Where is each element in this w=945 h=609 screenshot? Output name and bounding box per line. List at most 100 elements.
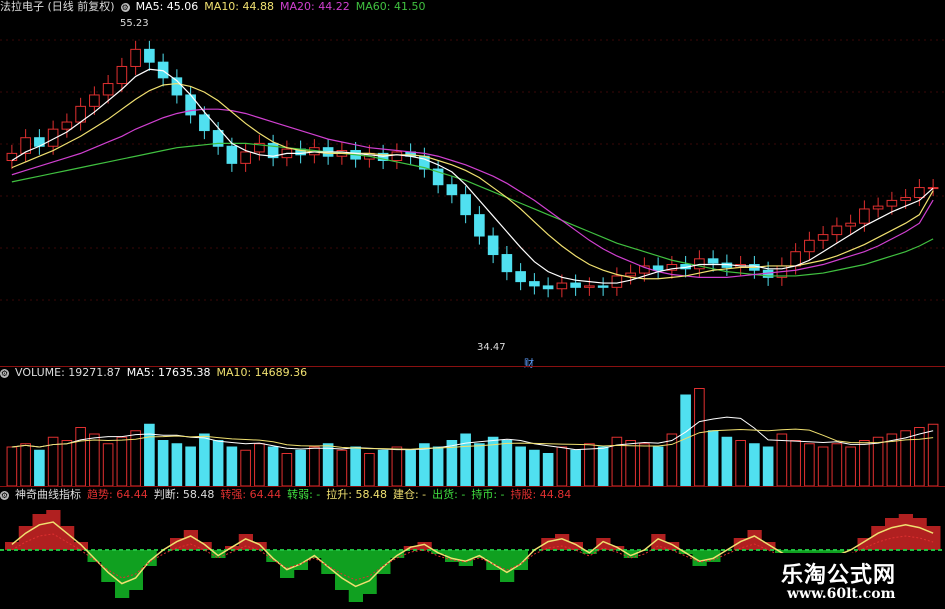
candle-body[interactable]: [226, 145, 238, 164]
volume-bar[interactable]: [625, 440, 636, 487]
volume-bar[interactable]: [859, 440, 870, 487]
candle-body[interactable]: [89, 94, 100, 107]
volume-chart-panel[interactable]: ⚙ VOLUME: 19271.87 MA5: 17635.38 MA10: 1468…: [0, 366, 945, 486]
candle-body[interactable]: [240, 151, 251, 164]
volume-bar[interactable]: [570, 449, 581, 486]
volume-bar[interactable]: [872, 436, 884, 486]
volume-bar[interactable]: [281, 453, 293, 487]
candle-body[interactable]: [61, 121, 73, 130]
price-chart-panel[interactable]: 法拉电子 (日线 前复权) ⚙ MA5: 45.06 MA10: 44.88 MA20:…: [0, 0, 945, 370]
volume-bar[interactable]: [6, 446, 18, 486]
volume-bar[interactable]: [75, 427, 86, 487]
volume-bar[interactable]: [460, 433, 471, 486]
candle-body[interactable]: [199, 114, 210, 132]
volume-bar[interactable]: [652, 446, 664, 486]
volume-bar[interactable]: [157, 440, 169, 487]
candle-body[interactable]: [501, 254, 513, 273]
volume-bar[interactable]: [419, 443, 430, 486]
volume-settings-icon[interactable]: ⚙: [0, 368, 9, 378]
candle-body[interactable]: [597, 285, 609, 288]
volume-bar[interactable]: [199, 433, 210, 486]
candle-body[interactable]: [886, 199, 898, 207]
candle-body[interactable]: [845, 222, 856, 227]
candle-body[interactable]: [102, 83, 114, 96]
volume-bar[interactable]: [584, 443, 595, 486]
candle-body[interactable]: [556, 282, 568, 290]
volume-bar[interactable]: [542, 453, 554, 487]
volume-bar[interactable]: [927, 423, 939, 486]
candle-body[interactable]: [6, 152, 18, 161]
volume-bar[interactable]: [405, 449, 416, 486]
candle-body[interactable]: [694, 258, 705, 270]
candle-body[interactable]: [831, 225, 843, 236]
volume-bar[interactable]: [336, 449, 348, 486]
volume-bar[interactable]: [790, 440, 801, 487]
volume-bar[interactable]: [515, 446, 526, 486]
volume-bar[interactable]: [102, 443, 114, 486]
volume-bar[interactable]: [817, 446, 829, 486]
volume-bar[interactable]: [432, 446, 444, 486]
volume-bar[interactable]: [666, 433, 678, 486]
candle-body[interactable]: [446, 184, 458, 196]
volume-bar[interactable]: [556, 446, 568, 486]
volume-bar[interactable]: [364, 453, 375, 487]
volume-bar[interactable]: [309, 446, 320, 486]
volume-bar[interactable]: [776, 433, 788, 486]
candle-body[interactable]: [804, 239, 815, 253]
candle-body[interactable]: [611, 275, 623, 288]
volume-bar[interactable]: [474, 443, 485, 486]
volume-bar[interactable]: [377, 449, 389, 486]
candle-body[interactable]: [391, 151, 403, 161]
volume-bar[interactable]: [639, 443, 650, 486]
candle-body[interactable]: [900, 197, 911, 201]
volume-bar[interactable]: [295, 449, 306, 486]
volume-bar[interactable]: [116, 436, 128, 486]
volume-bar[interactable]: [721, 436, 733, 486]
volume-bar[interactable]: [735, 440, 746, 487]
indicator-settings-icon[interactable]: ⚙: [0, 490, 9, 500]
candle-body[interactable]: [817, 234, 829, 241]
volume-bar[interactable]: [20, 443, 31, 486]
candle-body[interactable]: [487, 235, 499, 256]
candle-body[interactable]: [529, 281, 540, 287]
volume-bar[interactable]: [597, 446, 609, 486]
volume-bar[interactable]: [694, 388, 705, 487]
volume-bar[interactable]: [529, 449, 540, 486]
candle-body[interactable]: [474, 214, 485, 237]
candle-body[interactable]: [652, 265, 664, 271]
candlestick-chart[interactable]: [0, 0, 945, 366]
volume-bar[interactable]: [61, 440, 73, 487]
volume-bar[interactable]: [226, 446, 238, 486]
volume-bar[interactable]: [254, 443, 265, 486]
candle-body[interactable]: [707, 258, 719, 264]
volume-bar[interactable]: [171, 443, 183, 486]
candle-body[interactable]: [460, 194, 471, 216]
volume-bar[interactable]: [831, 443, 843, 486]
volume-bar[interactable]: [749, 443, 760, 486]
volume-bar[interactable]: [762, 446, 774, 486]
candle-body[interactable]: [790, 251, 801, 267]
volume-bar[interactable]: [914, 427, 925, 487]
volume-bar[interactable]: [89, 433, 100, 486]
volume-bar-chart[interactable]: [0, 366, 945, 486]
candle-body[interactable]: [914, 187, 925, 199]
volume-bar[interactable]: [240, 449, 251, 486]
volume-bar[interactable]: [267, 446, 279, 486]
candle-body[interactable]: [859, 208, 870, 224]
volume-bar[interactable]: [34, 449, 45, 486]
volume-bar[interactable]: [212, 440, 224, 487]
candle-body[interactable]: [144, 48, 155, 63]
candle-body[interactable]: [116, 65, 128, 85]
candle-body[interactable]: [625, 272, 636, 277]
volume-bar[interactable]: [804, 443, 815, 486]
candle-body[interactable]: [872, 205, 884, 210]
candle-body[interactable]: [584, 285, 595, 288]
volume-bar[interactable]: [707, 430, 719, 486]
candle-body[interactable]: [542, 285, 554, 290]
volume-bar[interactable]: [350, 446, 361, 486]
volume-bar[interactable]: [845, 446, 856, 486]
volume-bar[interactable]: [322, 443, 334, 486]
volume-bar[interactable]: [391, 446, 403, 486]
candle-body[interactable]: [130, 48, 141, 67]
candle-body[interactable]: [570, 282, 581, 288]
